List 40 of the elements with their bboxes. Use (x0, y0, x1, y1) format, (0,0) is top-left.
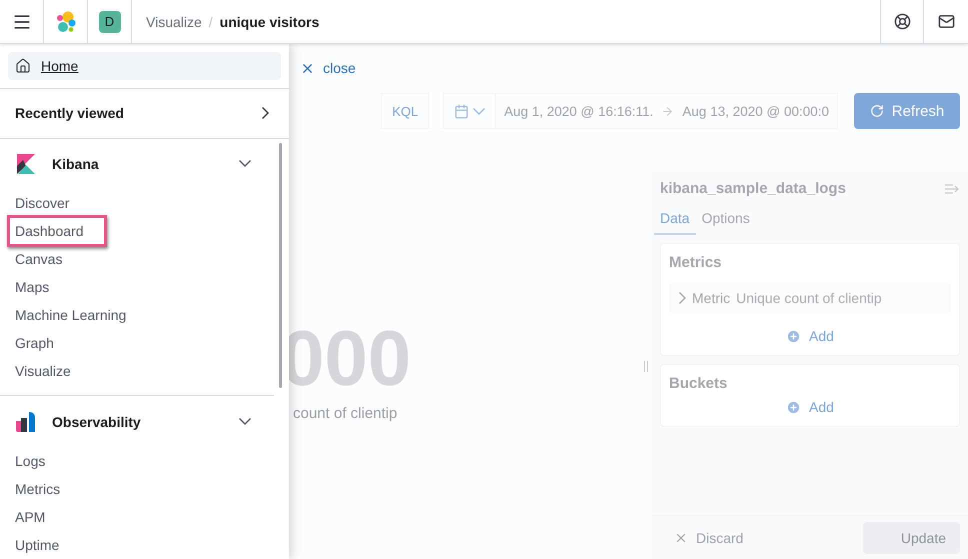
close-link[interactable]: close (300, 60, 356, 76)
breadcrumb-separator: / (208, 14, 213, 30)
calendar-icon (454, 104, 470, 118)
nav-link[interactable]: Uptime (15, 537, 60, 554)
arrow-icon (661, 104, 674, 118)
home-icon (15, 58, 31, 74)
nav-link[interactable]: Visualize (15, 363, 71, 380)
breadcrumb[interactable]: Visualize (146, 14, 202, 30)
bar-logo-icon (15, 410, 37, 433)
help-icon[interactable] (894, 13, 910, 30)
nav-link[interactable]: Maps (15, 279, 50, 296)
nav-link[interactable]: Canvas (15, 251, 62, 268)
k-logo-icon (15, 152, 37, 175)
nav-link[interactable]: Machine Learning (15, 307, 126, 324)
index-pattern-title: kibana_sample_data_logs (660, 180, 846, 197)
chevron-icon (239, 418, 251, 426)
chevron-icon (262, 107, 269, 120)
nav-link[interactable]: Dashboard (7, 215, 106, 248)
scrollbar-thumb[interactable] (279, 143, 282, 388)
refresh-icon (870, 104, 884, 118)
nav-link[interactable]: Discover (15, 195, 70, 212)
nav-link[interactable]: Graph (15, 335, 54, 352)
nav-group-header[interactable]: Observability (0, 396, 281, 448)
recently-viewed-toggle[interactable]: Recently viewed (0, 88, 289, 138)
avatar[interactable]: D (98, 10, 120, 32)
chevron-icon (679, 292, 686, 304)
nav-link[interactable]: Metrics (15, 481, 60, 498)
metric-label: count of clientip (293, 405, 398, 422)
resize-handle[interactable] (644, 361, 648, 372)
card-title: Buckets (669, 375, 728, 392)
nav-link[interactable]: APM (15, 509, 46, 526)
chevron-icon (239, 160, 251, 168)
mail-icon[interactable] (938, 13, 954, 30)
home-link[interactable]: Home (8, 52, 281, 80)
breadcrumb[interactable]: unique visitors (220, 14, 320, 30)
nav-link[interactable]: Logs (15, 453, 46, 470)
plus-icon (786, 328, 802, 344)
card-title: Metrics (669, 254, 723, 271)
plus-icon (786, 400, 802, 414)
caret-icon (473, 108, 486, 114)
